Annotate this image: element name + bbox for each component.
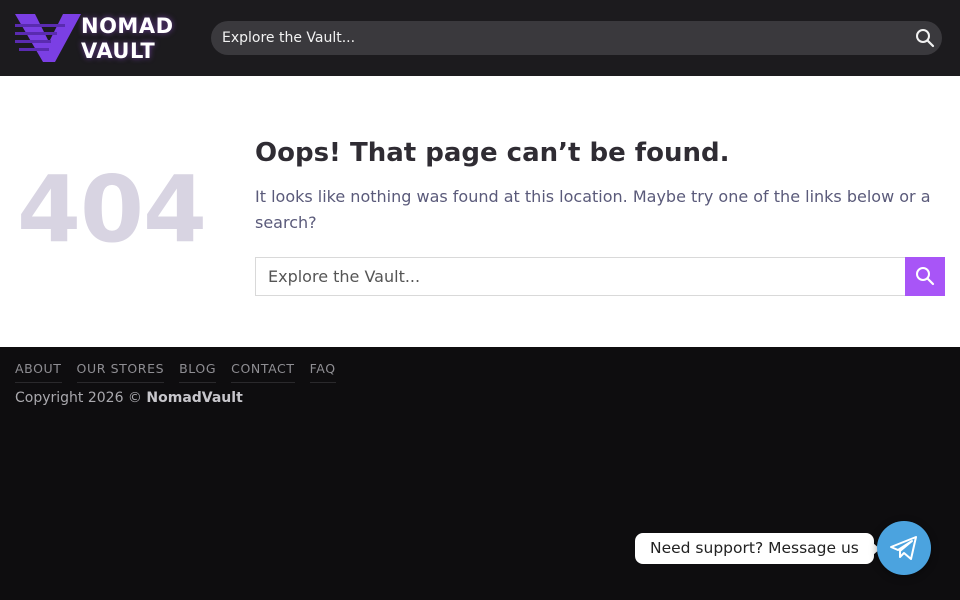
- error-code: 404: [17, 156, 207, 263]
- logo-text: NOMAD VAULT: [81, 14, 174, 64]
- site-header: NOMAD VAULT: [0, 0, 960, 76]
- support-bubble[interactable]: Need support? Message us: [635, 533, 880, 564]
- logo-line-1: NOMAD: [81, 14, 174, 38]
- footer-link-our-stores[interactable]: OUR STORES: [76, 361, 165, 383]
- telegram-chat-button[interactable]: [877, 521, 931, 575]
- page-title: Oops! That page can’t be found.: [255, 138, 730, 168]
- footer-nav: ABOUT OUR STORES BLOG CONTACT FAQ: [15, 361, 351, 383]
- copyright: Copyright 2026 © NomadVault: [15, 390, 243, 406]
- footer-link-contact[interactable]: CONTACT: [231, 361, 295, 383]
- footer-link-blog[interactable]: BLOG: [179, 361, 217, 383]
- search-icon: [916, 29, 935, 48]
- site-logo[interactable]: NOMAD VAULT: [15, 12, 185, 64]
- nomad-vault-logo-icon: [15, 14, 81, 62]
- header-search-button[interactable]: [915, 28, 935, 48]
- copyright-text: Copyright 2026 ©: [15, 390, 147, 406]
- telegram-icon: [890, 536, 917, 560]
- header-search: [211, 21, 942, 55]
- page-search-button[interactable]: [905, 257, 945, 296]
- copyright-brand: NomadVault: [146, 390, 243, 406]
- main-content: 404 Oops! That page can’t be found. It l…: [0, 76, 960, 347]
- page-description: It looks like nothing was found at this …: [255, 187, 931, 232]
- search-icon: [916, 267, 935, 286]
- logo-line-2: VAULT: [81, 39, 156, 63]
- header-search-input[interactable]: [211, 21, 901, 55]
- footer-link-about[interactable]: ABOUT: [15, 361, 62, 383]
- page-search-input[interactable]: [255, 257, 906, 296]
- footer-link-faq[interactable]: FAQ: [309, 361, 336, 383]
- page-search: [255, 257, 945, 296]
